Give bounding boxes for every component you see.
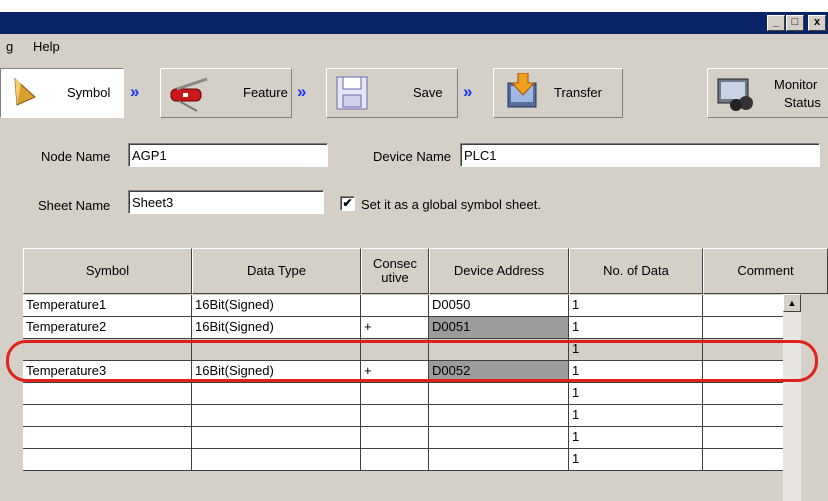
cell-consecutive[interactable] [361, 449, 429, 471]
arrow-icon: » [297, 82, 307, 101]
column-header-symbol[interactable]: Symbol [23, 248, 192, 294]
node-name-field[interactable]: AGP1 [128, 143, 328, 167]
minimize-button[interactable]: _ [767, 15, 785, 31]
sheet-name-field[interactable]: Sheet3 [128, 190, 324, 214]
maximize-button[interactable]: □ [786, 15, 804, 31]
feature-label: Feature [243, 85, 288, 100]
column-header-no-of-data[interactable]: No. of Data [569, 248, 703, 294]
swiss-knife-icon [170, 77, 208, 112]
sheet-name-label: Sheet Name [38, 198, 111, 213]
close-button[interactable]: x [808, 15, 826, 31]
cell-no-of-data[interactable]: 1 [569, 383, 703, 405]
symbol-label: Symbol [67, 85, 111, 100]
cell-consecutive[interactable] [361, 295, 429, 317]
title-bar[interactable]: _ □ x [0, 12, 828, 34]
cell-data-type[interactable] [192, 383, 361, 405]
vertical-scrollbar[interactable]: ▲ [783, 294, 801, 501]
monitor-status-button[interactable]: Monitor Status [707, 68, 828, 118]
cell-symbol[interactable] [23, 405, 192, 427]
cell-no-of-data[interactable]: 1 [569, 449, 703, 471]
cell-device-address[interactable]: D0051 [429, 317, 569, 339]
monitor-icon [717, 78, 753, 111]
device-name-field[interactable]: PLC1 [460, 143, 820, 167]
cell-comment[interactable] [703, 405, 785, 427]
cell-data-type[interactable] [192, 405, 361, 427]
cell-symbol[interactable] [23, 449, 192, 471]
cell-no-of-data[interactable]: 1 [569, 295, 703, 317]
cell-comment[interactable] [703, 295, 785, 317]
column-header-consecutive[interactable]: Consec utive [361, 248, 429, 294]
cell-comment[interactable] [703, 427, 785, 449]
workflow-toolbar: Symbol » Feature » Save » Transfer Monit… [0, 58, 828, 126]
column-header-comment[interactable]: Comment [703, 248, 828, 294]
save-button[interactable]: Save [326, 68, 458, 118]
menu-item-partial[interactable]: g [6, 39, 13, 54]
cell-comment[interactable] [703, 383, 785, 405]
floppy-disk-icon [336, 76, 368, 110]
cell-device-address[interactable]: D0050 [429, 295, 569, 317]
cell-no-of-data[interactable]: 1 [569, 405, 703, 427]
menu-item-help[interactable]: Help [33, 39, 60, 54]
app-window: _ □ x g Help Symbol » Feature » Save » T… [0, 0, 828, 501]
column-header-device-address[interactable]: Device Address [429, 248, 569, 294]
scroll-up-button[interactable]: ▲ [783, 294, 801, 312]
arrow-icon: » [130, 82, 140, 101]
cell-data-type[interactable]: 16Bit(Signed) [192, 295, 361, 317]
cell-consecutive[interactable]: + [361, 317, 429, 339]
feature-button[interactable]: Feature [160, 68, 292, 118]
cell-data-type[interactable] [192, 427, 361, 449]
transfer-label: Transfer [554, 85, 602, 100]
menu-bar: g Help [0, 34, 828, 58]
column-header-data-type[interactable]: Data Type [192, 248, 361, 294]
cell-data-type[interactable]: 16Bit(Signed) [192, 317, 361, 339]
node-name-label: Node Name [41, 149, 111, 164]
global-symbol-checkbox[interactable]: ✔ [340, 196, 355, 211]
cell-data-type[interactable] [192, 449, 361, 471]
symbol-button[interactable]: Symbol [0, 68, 124, 118]
highlight-annotation [6, 340, 818, 382]
cell-symbol[interactable]: Temperature1 [23, 295, 192, 317]
desktop-strip [0, 0, 828, 12]
cell-no-of-data[interactable]: 1 [569, 427, 703, 449]
cell-symbol[interactable]: Temperature2 [23, 317, 192, 339]
cell-comment[interactable] [703, 449, 785, 471]
cell-device-address[interactable] [429, 405, 569, 427]
cell-symbol[interactable] [23, 383, 192, 405]
cell-consecutive[interactable] [361, 427, 429, 449]
consecutive-line-2: utive [381, 270, 409, 285]
cell-device-address[interactable] [429, 427, 569, 449]
cell-comment[interactable] [703, 317, 785, 339]
monitor-label: Monitor [774, 77, 818, 92]
consecutive-line-1: Consec [372, 256, 418, 271]
transfer-button[interactable]: Transfer [493, 68, 623, 118]
cell-no-of-data[interactable]: 1 [569, 317, 703, 339]
cell-consecutive[interactable] [361, 383, 429, 405]
arrow-icon: » [463, 82, 473, 101]
cell-consecutive[interactable] [361, 405, 429, 427]
cell-device-address[interactable] [429, 383, 569, 405]
save-label: Save [413, 85, 443, 100]
status-label: Status [784, 95, 821, 110]
symbol-icon [14, 77, 36, 106]
transfer-icon [507, 73, 537, 108]
global-symbol-label[interactable]: Set it as a global symbol sheet. [361, 197, 541, 212]
cell-symbol[interactable] [23, 427, 192, 449]
device-name-label: Device Name [373, 149, 452, 164]
cell-device-address[interactable] [429, 449, 569, 471]
